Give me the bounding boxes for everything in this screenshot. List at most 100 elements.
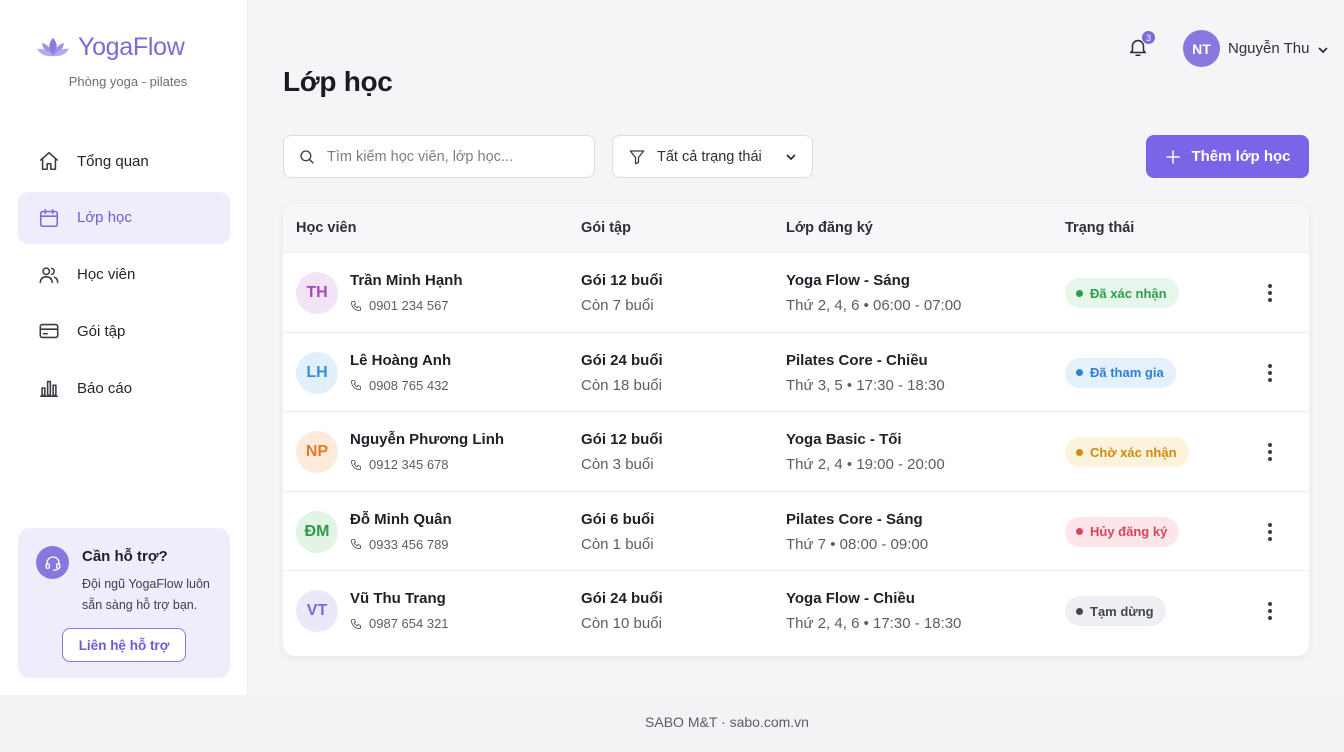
class-schedule: Thứ 3, 5 • 17:30 - 18:30 (786, 376, 945, 394)
sidebar-item-label: Lớp học (77, 209, 132, 227)
table-row[interactable]: LH Lê Hoàng Anh 0908 765 432 Gói 24 buổi… (283, 333, 1309, 413)
search-icon (300, 149, 314, 164)
row-actions-button[interactable] (1260, 438, 1280, 466)
more-vertical-icon (1268, 443, 1272, 462)
class-name: Yoga Basic - Tối (786, 431, 902, 449)
table-row[interactable]: NP Nguyễn Phương Linh 0912 345 678 Gói 1… (283, 412, 1309, 492)
phone-number: 0908 765 432 (369, 377, 449, 393)
phone-number: 0933 456 789 (369, 536, 449, 552)
page-title: Lớp học (283, 66, 393, 97)
sidebar-item-label: Gói tập (77, 322, 126, 340)
card-icon (38, 320, 60, 342)
class-name: Yoga Flow - Chiều (786, 590, 915, 608)
column-header-class[interactable]: Lớp đăng ký (786, 220, 873, 236)
package-remaining: Còn 18 buổi (581, 376, 662, 394)
status-text: Chờ xác nhận (1090, 444, 1177, 460)
table-row[interactable]: VT Vũ Thu Trang 0987 654 321 Gói 24 buổi… (283, 571, 1309, 651)
more-vertical-icon (1268, 363, 1272, 382)
status-dot (1076, 528, 1083, 536)
chevron-down-icon (1317, 43, 1329, 55)
plus-icon (1166, 149, 1181, 164)
contact-support-button[interactable]: Liên hệ hỗ trợ (62, 628, 186, 662)
status-badge: Tạm dừng (1065, 596, 1166, 627)
student-name: Vũ Thu Trang (350, 590, 446, 608)
student-phone: 0987 654 321 (350, 616, 449, 631)
calendar-icon (38, 207, 60, 229)
sidebar-item-hoc-vien[interactable]: Học viên (18, 249, 230, 301)
student-avatar: ĐM (296, 510, 338, 553)
phone-icon (351, 459, 361, 470)
class-schedule: Thứ 2, 4, 6 • 06:00 - 07:00 (786, 297, 962, 314)
more-vertical-icon (1268, 284, 1272, 302)
sidebar: YogaFlow Phòng yoga - pilates Tổng quan … (0, 0, 248, 695)
support-card: Cần hỗ trợ? Đội ngũ YogaFlow luôn sẵn sà… (18, 528, 230, 678)
status-dot (1076, 448, 1083, 456)
status-dot (1076, 289, 1083, 297)
user-menu[interactable]: NT Nguyễn Thu (1183, 30, 1329, 67)
student-name: Lê Hoàng Anh (350, 351, 452, 369)
brand-subtitle: Phòng yoga - pilates (68, 74, 188, 89)
more-vertical-icon (1268, 602, 1272, 621)
add-class-button[interactable]: Thêm lớp học (1146, 135, 1309, 178)
student-avatar: NP (296, 431, 338, 474)
table-row[interactable]: TH Trần Minh Hạnh 0901 234 567 Gói 12 bu… (283, 253, 1309, 333)
row-actions-button[interactable] (1260, 518, 1280, 546)
lotus-icon (37, 37, 69, 56)
student-phone: 0933 456 789 (350, 537, 449, 552)
class-schedule: Thứ 2, 4, 6 • 17:30 - 18:30 (786, 615, 962, 633)
class-name: Pilates Core - Chiều (786, 351, 928, 369)
student-avatar: TH (296, 272, 338, 314)
sidebar-item-goi-tap[interactable]: Gói tập (18, 305, 230, 357)
sidebar-item-lop-hoc[interactable]: Lớp học (18, 191, 230, 244)
package-name: Gói 24 buổi (581, 590, 663, 608)
column-header-status[interactable]: Trạng thái (1065, 220, 1134, 236)
column-header-student[interactable]: Học viên (296, 220, 356, 236)
phone-icon (351, 539, 361, 550)
chevron-down-icon (786, 153, 796, 160)
sidebar-item-label: Học viên (77, 266, 136, 284)
brand-logo[interactable]: YogaFlow (36, 33, 185, 62)
row-actions-button[interactable] (1260, 279, 1280, 307)
package-remaining: Còn 1 buổi (581, 535, 654, 553)
status-badge: Hủy đăng ký (1065, 516, 1180, 547)
notification-badge: 3 (1141, 30, 1156, 45)
phone-number: 0912 345 678 (369, 457, 449, 473)
sidebar-item-label: Báo cáo (77, 379, 133, 397)
status-text: Tạm dừng (1090, 603, 1154, 619)
student-avatar: LH (296, 351, 338, 394)
footer: SABO M&T · sabo.com.vn (0, 695, 1344, 752)
search-box[interactable] (283, 135, 595, 178)
phone-icon (351, 618, 361, 629)
phone-number: 0987 654 321 (369, 616, 449, 632)
status-dot (1076, 369, 1083, 377)
student-name: Đỗ Minh Quân (350, 510, 452, 528)
users-icon (38, 264, 60, 286)
more-vertical-icon (1268, 522, 1272, 541)
student-phone: 0908 765 432 (350, 378, 449, 393)
status-dot (1076, 607, 1083, 615)
user-name: Nguyễn Thu (1228, 40, 1310, 57)
phone-icon (351, 380, 361, 391)
phone-icon (351, 300, 361, 311)
support-description: Đội ngũ YogaFlow luôn sẵn sàng hỗ trợ bạ… (82, 577, 210, 612)
status-badge: Chờ xác nhận (1065, 437, 1189, 468)
search-input[interactable] (327, 148, 587, 165)
notification-button[interactable]: 3 (1127, 30, 1156, 60)
sidebar-item-label: Tổng quan (77, 152, 149, 170)
column-header-package[interactable]: Gói tập (581, 220, 631, 236)
class-schedule: Thứ 7 • 08:00 - 09:00 (786, 535, 929, 553)
package-remaining: Còn 10 buổi (581, 615, 662, 633)
package-remaining: Còn 3 buổi (581, 456, 654, 474)
status-text: Hủy đăng ký (1090, 524, 1168, 540)
sidebar-nav: Tổng quan Lớp học Học viên Gói tập Báo c… (18, 135, 230, 419)
row-actions-button[interactable] (1260, 597, 1280, 625)
sidebar-item-bao-cao[interactable]: Báo cáo (18, 362, 230, 414)
sidebar-item-tong-quan[interactable]: Tổng quan (18, 135, 230, 187)
status-filter-select[interactable]: Tất cả trạng thái (612, 135, 813, 178)
student-avatar: VT (296, 590, 338, 633)
student-name: Nguyễn Phương Linh (350, 431, 505, 449)
status-text: Đã xác nhận (1090, 285, 1167, 301)
package-name: Gói 6 buổi (581, 510, 655, 528)
row-actions-button[interactable] (1260, 359, 1280, 387)
table-row[interactable]: ĐM Đỗ Minh Quân 0933 456 789 Gói 6 buổi … (283, 492, 1309, 572)
